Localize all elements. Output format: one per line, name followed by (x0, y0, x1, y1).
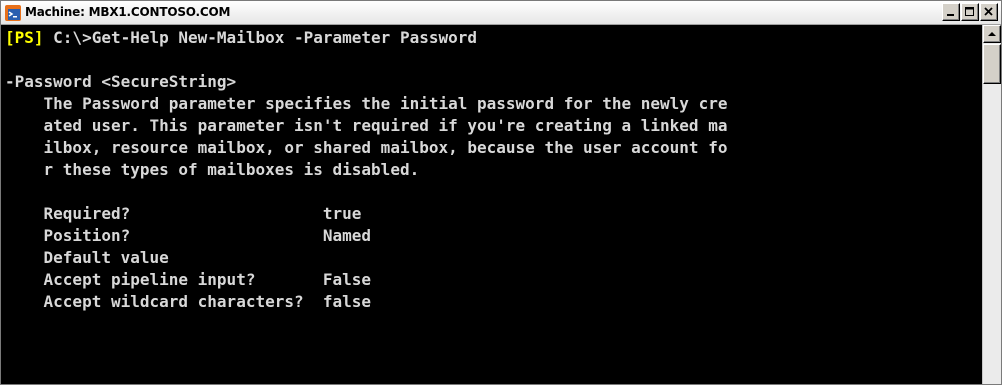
close-icon (984, 7, 993, 16)
console-line: Position? Named (5, 226, 372, 245)
vertical-scrollbar[interactable] (982, 25, 1001, 384)
command-line: [PS] C:\>Get-Help New-Mailbox -Parameter… (5, 27, 982, 49)
minimize-icon (947, 14, 954, 16)
ps-prompt-tag: [PS] (5, 28, 44, 47)
console-line: ilbox, resource mailbox, or shared mailb… (5, 138, 728, 157)
console-output[interactable]: [PS] C:\>Get-Help New-Mailbox -Parameter… (1, 25, 982, 384)
console-line: r these types of mailboxes is disabled. (5, 160, 420, 179)
close-button[interactable] (980, 3, 998, 21)
scroll-up-button[interactable] (983, 25, 1001, 43)
console-line: ated user. This parameter isn't required… (5, 116, 728, 135)
window-title: Machine: MBX1.CONTOSO.COM (25, 5, 231, 19)
maximize-icon (965, 7, 974, 16)
console-line: Required? true (5, 204, 362, 223)
minimize-button[interactable] (942, 3, 960, 21)
scrollbar-thumb[interactable] (983, 44, 1001, 84)
command-text: C:\>Get-Help New-Mailbox -Parameter Pass… (43, 28, 478, 47)
window-controls (941, 3, 998, 21)
powershell-icon (5, 5, 21, 21)
console-line: Accept pipeline input? False (5, 270, 372, 289)
console-line: The Password parameter specifies the ini… (5, 94, 728, 113)
powershell-window: Machine: MBX1.CONTOSO.COM [PS] C:\>Get-H… (0, 0, 1002, 385)
console-line: -Password <SecureString> (5, 72, 237, 91)
title-bar[interactable]: Machine: MBX1.CONTOSO.COM (1, 1, 1001, 25)
maximize-button[interactable] (961, 3, 979, 21)
console-line: Accept wildcard characters? false (5, 292, 372, 311)
console-line: Default value (5, 248, 169, 267)
scroll-up-arrow-icon (988, 32, 996, 36)
